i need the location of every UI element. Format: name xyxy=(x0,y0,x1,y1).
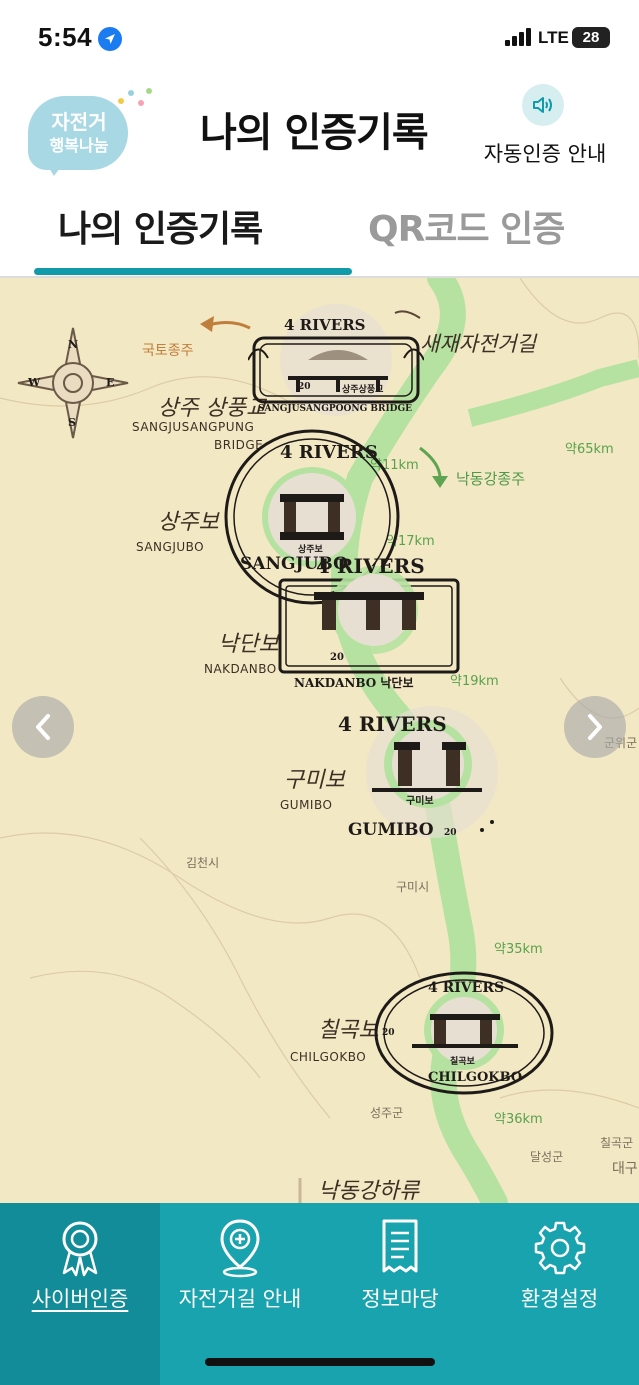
route-label-saejae: 새재자전거길 xyxy=(420,332,536,356)
tab-my-records[interactable]: 나의 인증기록 xyxy=(58,200,263,252)
document-icon xyxy=(374,1217,426,1279)
app-logo: 자전거 행복나눔 xyxy=(24,88,152,178)
route-label-gukto: 국토종주 xyxy=(142,343,194,359)
active-tab-indicator xyxy=(34,268,352,275)
chevron-right-icon xyxy=(588,714,602,740)
speaker-icon xyxy=(522,84,564,126)
auto-certification-guide-button[interactable]: 자동인증 안내 xyxy=(470,82,620,170)
nav-label: 정보마당 xyxy=(361,1287,439,1311)
nav-label: 사이버인증 xyxy=(31,1287,129,1311)
home-indicator xyxy=(205,1358,435,1366)
route-label-nakdong-haryu: 낙동강하류 xyxy=(318,1179,420,1203)
distance-label: 약36km xyxy=(494,1112,543,1127)
location-arrow-icon xyxy=(98,27,122,51)
certification-map[interactable]: N E S W 국토종주 새재자전거길 낙동강종주 낙동강하류 상주 상풍교 S… xyxy=(0,278,639,1203)
stamp-bottom-text: NAKDANBO 낙단보 xyxy=(294,676,414,690)
place-en-chilgokbo: CHILGOKBO xyxy=(290,1050,367,1064)
stamp-top-text: 4 RIVERS xyxy=(280,442,378,463)
nav-cyber-certification[interactable]: 사이버인증 xyxy=(0,1203,160,1385)
nav-label: 자전거길 안내 xyxy=(178,1287,302,1311)
place-label-chilgokbo: 칠곡보 xyxy=(318,1018,379,1043)
stamp-bottom-text: SANGJUSANGPOONG BRIDGE xyxy=(258,404,413,414)
status-bar: 5:54 LTE 28 xyxy=(0,0,639,70)
stamp-number: 20 xyxy=(444,828,457,838)
logo-text-line2: 행복나눔 xyxy=(49,136,109,155)
place-en-gumibo: GUMIBO xyxy=(280,798,333,812)
network-type: LTE xyxy=(538,28,569,47)
stamp-korean: 상주상풍교 xyxy=(342,385,384,395)
award-ribbon-icon xyxy=(54,1217,106,1279)
guide-label: 자동인증 안내 xyxy=(483,142,607,166)
stamp-korean: 칠곡보 xyxy=(450,1057,475,1067)
stamp-sangjusangpoong: 4 RIVERS 20 상주상풍교 SANGJUSANGPOONG BRIDGE xyxy=(247,300,425,420)
nav-label: 환경설정 xyxy=(520,1287,599,1311)
tab-qr-certification[interactable]: QR코드 인증 xyxy=(368,200,565,252)
status-time: 5:54 xyxy=(38,22,93,52)
previous-page-button[interactable] xyxy=(12,696,74,758)
stamp-chilgokbo: 4 RIVERS CHILGOKBO 20 칠곡보 xyxy=(372,970,556,1096)
place-label-nakdanbo: 낙단보 xyxy=(218,632,279,657)
next-page-button[interactable] xyxy=(564,696,626,758)
bottom-navigation: 사이버인증 자전거길 안내 정보마당 환경설정 xyxy=(0,1203,639,1385)
stamp-top-text: 4 RIVERS xyxy=(316,554,425,578)
compass-n: N xyxy=(68,338,79,351)
compass-s: S xyxy=(68,416,76,429)
battery-level: 28 xyxy=(582,29,600,46)
route-label-nakdong-jongju: 낙동강종주 xyxy=(456,470,526,488)
city-label: 구미시 xyxy=(396,880,430,894)
compass-e: E xyxy=(106,376,115,389)
logo-hearts-icon xyxy=(116,88,156,118)
place-label-sangjubo: 상주보 xyxy=(158,510,219,535)
stamp-top-text: 4 RIVERS xyxy=(428,980,505,996)
distance-label: 약35km xyxy=(494,942,543,957)
compass-w: W xyxy=(28,376,41,389)
map-pin-icon xyxy=(214,1217,266,1279)
stamp-korean: 구미보 xyxy=(406,796,434,807)
distance-label: 약65km xyxy=(565,442,614,457)
nav-settings[interactable]: 환경설정 xyxy=(480,1203,639,1385)
city-label: 김천시 xyxy=(186,856,220,870)
stamp-gumibo: 4 RIVERS GUMIBO 20 구미보 xyxy=(332,698,518,854)
page-title: 나의 인증기록 xyxy=(200,110,429,156)
app-header: 자전거 행복나눔 나의 인증기록 자동인증 안내 xyxy=(0,70,639,180)
stamp-number: 20 xyxy=(298,382,311,392)
tab-bar: 나의 인증기록 QR코드 인증 xyxy=(0,180,639,278)
chevron-left-icon xyxy=(36,714,50,740)
city-label: 대구 xyxy=(612,1161,638,1177)
city-label: 칠곡군 xyxy=(600,1136,634,1150)
stamp-number: 20 xyxy=(330,652,344,663)
stamp-bottom-text: CHILGOKBO xyxy=(428,1070,523,1085)
stamp-top-text: 4 RIVERS xyxy=(284,316,366,334)
gear-icon xyxy=(534,1217,586,1279)
stamp-nakdanbo: 4 RIVERS 20 NAKDANBO 낙단보 xyxy=(276,552,462,690)
city-label: 달성군 xyxy=(530,1150,564,1164)
cellular-signal-icon xyxy=(505,28,533,46)
stamp-bottom-text: GUMIBO xyxy=(348,820,434,840)
battery-icon: 28 xyxy=(572,27,610,48)
place-en-sangjubo: SANGJUBO xyxy=(136,540,205,554)
stamp-number: 20 xyxy=(382,1028,395,1038)
city-label: 성주군 xyxy=(370,1106,404,1120)
compass-rose-icon: N E S W xyxy=(10,320,136,446)
place-en-nakdanbo: NAKDANBO xyxy=(204,662,277,676)
stamp-top-text: 4 RIVERS xyxy=(338,712,447,736)
